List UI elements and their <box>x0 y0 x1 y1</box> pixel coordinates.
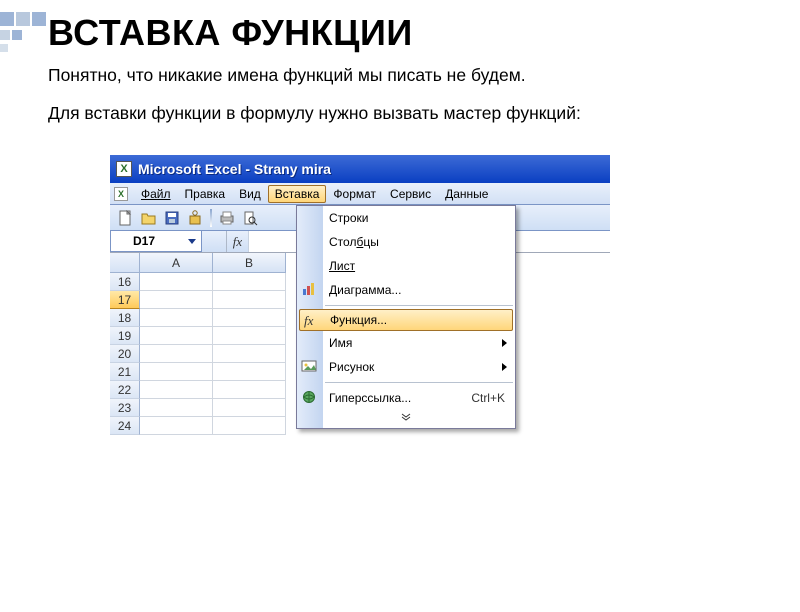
row-header[interactable]: 16 <box>110 273 140 291</box>
slide-paragraph-1: Понятно, что никакие имена функций мы пи… <box>48 64 800 88</box>
cell[interactable] <box>213 327 286 345</box>
submenu-arrow-icon <box>502 363 507 371</box>
row-header[interactable]: 19 <box>110 327 140 345</box>
menu-view[interactable]: Вид <box>232 185 268 203</box>
excel-window: X Microsoft Excel - Strany mira X Файл П… <box>110 155 610 435</box>
menu-data[interactable]: Данные <box>438 185 495 203</box>
cell[interactable] <box>140 327 213 345</box>
row-header[interactable]: 18 <box>110 309 140 327</box>
menu-insert[interactable]: Вставка <box>268 185 327 203</box>
menu-expand[interactable] <box>297 410 515 424</box>
menu-item-picture[interactable]: Рисунок <box>297 355 515 379</box>
menu-item-function[interactable]: fx Функция... <box>299 309 513 331</box>
menu-file[interactable]: Файл <box>134 185 178 203</box>
menu-separator <box>325 382 513 383</box>
chart-icon <box>301 281 317 297</box>
picture-icon <box>301 358 317 374</box>
cell[interactable] <box>213 399 286 417</box>
save-icon[interactable] <box>162 208 182 228</box>
menu-item-rows[interactable]: Строки <box>297 206 515 230</box>
menu-tools[interactable]: Сервис <box>383 185 438 203</box>
print-icon[interactable] <box>217 208 237 228</box>
permission-icon[interactable] <box>185 208 205 228</box>
name-box[interactable]: D17 <box>110 231 202 252</box>
cell[interactable] <box>140 381 213 399</box>
cell[interactable] <box>213 273 286 291</box>
cell[interactable] <box>140 399 213 417</box>
col-header-A[interactable]: A <box>140 253 213 273</box>
cell[interactable] <box>140 345 213 363</box>
svg-text:fx: fx <box>304 313 314 328</box>
row-header-selected[interactable]: 17 <box>110 291 140 309</box>
submenu-arrow-icon <box>502 339 507 347</box>
window-title: Microsoft Excel - Strany mira <box>138 161 331 177</box>
select-all-corner[interactable] <box>110 253 140 273</box>
insert-menu-dropdown: Строки Столбцы Лист Диаграмма... fx Функ… <box>296 205 516 429</box>
fx-icon[interactable]: fx <box>227 231 249 252</box>
row-header[interactable]: 21 <box>110 363 140 381</box>
function-icon: fx <box>302 313 318 329</box>
fx-gap <box>202 231 227 252</box>
excel-icon: X <box>116 161 132 177</box>
menu-item-chart[interactable]: Диаграмма... <box>297 278 515 302</box>
excel-small-icon: X <box>114 187 128 201</box>
window-titlebar: X Microsoft Excel - Strany mira <box>110 155 610 183</box>
cell[interactable] <box>213 291 286 309</box>
menu-separator <box>325 305 513 306</box>
row-header[interactable]: 20 <box>110 345 140 363</box>
cell[interactable] <box>213 363 286 381</box>
slide-title: ВСТАВКА ФУНКЦИИ <box>48 12 800 54</box>
open-icon[interactable] <box>139 208 159 228</box>
menu-bar: X Файл Правка Вид Вставка Формат Сервис … <box>110 183 610 205</box>
slide-paragraph-2: Для вставки функции в формулу нужно вызв… <box>48 102 800 126</box>
cell[interactable] <box>140 291 213 309</box>
row-header[interactable]: 24 <box>110 417 140 435</box>
cell[interactable] <box>213 345 286 363</box>
row-header[interactable]: 22 <box>110 381 140 399</box>
row-header[interactable]: 23 <box>110 399 140 417</box>
menu-format[interactable]: Формат <box>326 185 383 203</box>
cell[interactable] <box>140 363 213 381</box>
menu-item-name[interactable]: Имя <box>297 331 515 355</box>
cell[interactable] <box>140 417 213 435</box>
cell[interactable] <box>213 381 286 399</box>
cell[interactable] <box>213 309 286 327</box>
menu-item-columns[interactable]: Столбцы <box>297 230 515 254</box>
col-header-B[interactable]: B <box>213 253 286 273</box>
cell[interactable] <box>213 417 286 435</box>
hyperlink-icon <box>301 389 317 405</box>
cell[interactable] <box>140 273 213 291</box>
new-icon[interactable] <box>116 208 136 228</box>
menu-item-hyperlink[interactable]: Гиперссылка...Ctrl+K <box>297 386 515 410</box>
toolbar-separator <box>210 209 212 227</box>
preview-icon[interactable] <box>240 208 260 228</box>
shortcut-label: Ctrl+K <box>471 391 505 405</box>
cell[interactable] <box>140 309 213 327</box>
menu-item-sheet[interactable]: Лист <box>297 254 515 278</box>
menu-edit[interactable]: Правка <box>178 185 233 203</box>
